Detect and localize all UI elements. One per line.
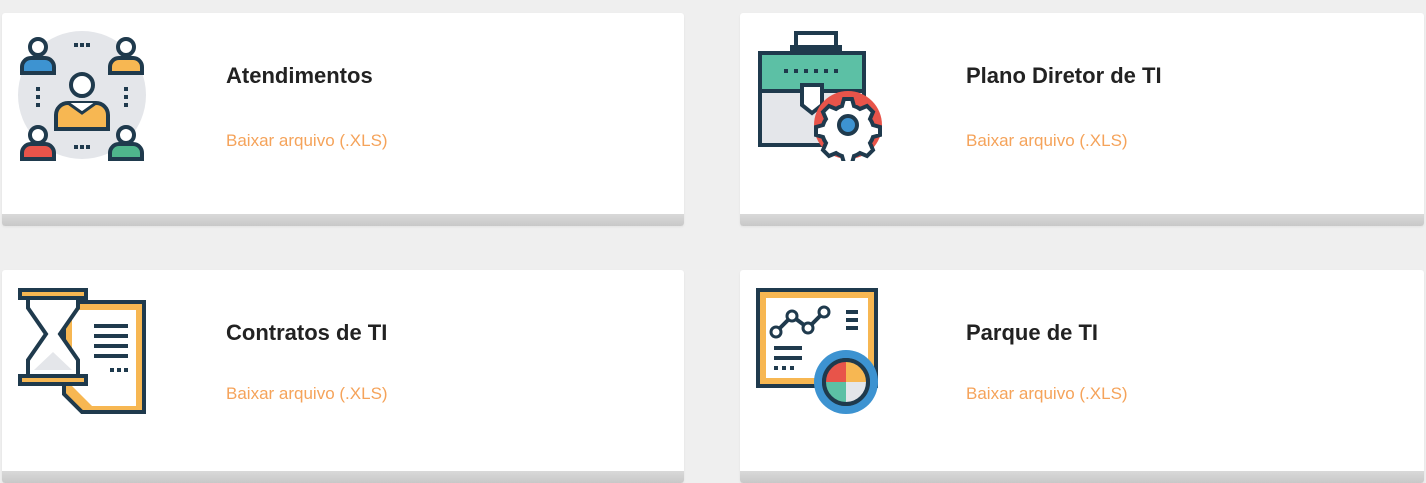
download-xls-link[interactable]: Baixar arquivo (.XLS) [226,131,388,151]
card-parque: Parque de TI Baixar arquivo (.XLS) [740,270,1424,483]
download-xls-link[interactable]: Baixar arquivo (.XLS) [966,131,1128,151]
card-title: Plano Diretor de TI [966,63,1162,88]
card-bottom-bar [740,214,1424,226]
download-xls-link[interactable]: Baixar arquivo (.XLS) [966,384,1128,404]
card-contratos: Contratos de TI Baixar arquivo (.XLS) [2,270,684,483]
hourglass-document-icon [16,286,148,418]
card-title: Atendimentos [226,63,373,88]
analytics-board-icon [754,286,886,418]
download-xls-link[interactable]: Baixar arquivo (.XLS) [226,384,388,404]
team-meeting-icon [16,29,148,161]
card-bottom-bar [740,471,1424,483]
card-title: Contratos de TI [226,320,388,345]
card-plano-diretor: Plano Diretor de TI Baixar arquivo (.XLS… [740,13,1424,226]
card-atendimentos: Atendimentos Baixar arquivo (.XLS) [2,13,684,226]
card-bottom-bar [2,471,684,483]
briefcase-gear-icon [754,29,886,161]
card-title: Parque de TI [966,320,1099,345]
card-bottom-bar [2,214,684,226]
